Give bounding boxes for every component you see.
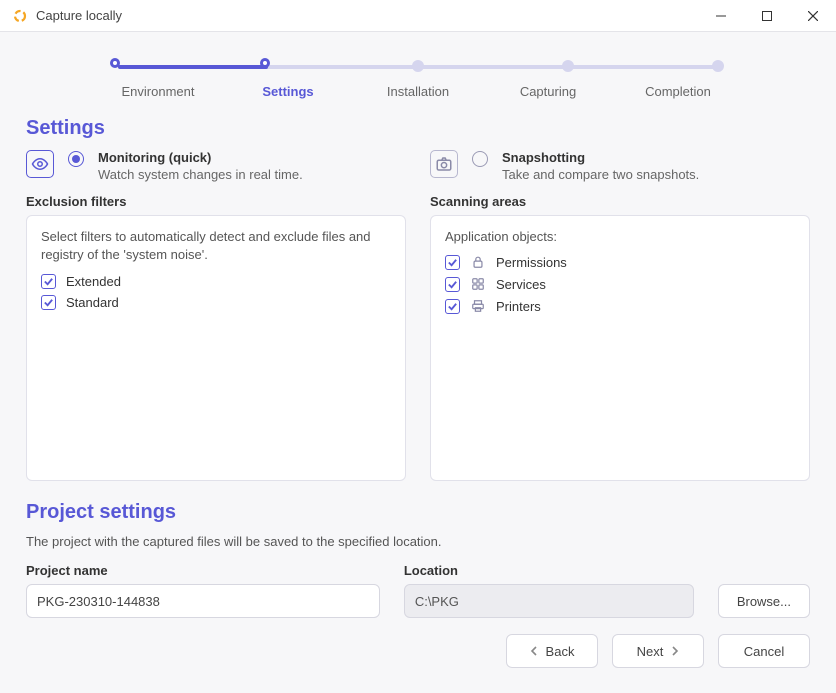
exclusion-filter-extended-row[interactable]: Extended [41, 274, 391, 289]
maximize-button[interactable] [744, 0, 790, 32]
scan-item-label: Printers [496, 299, 541, 314]
exclusion-filter-label: Extended [66, 274, 121, 289]
page-heading: Settings [26, 117, 810, 140]
scan-services-row[interactable]: Services [445, 276, 795, 292]
browse-button[interactable]: Browse... [718, 584, 810, 618]
next-button-label: Next [637, 644, 664, 659]
step-dot-capturing [562, 60, 574, 72]
app-icon [12, 8, 28, 24]
step-dot-completion [712, 60, 724, 72]
exclusion-panel: Select filters to automatically detect a… [26, 215, 406, 481]
project-heading: Project settings [26, 501, 810, 524]
wizard-stepper [108, 56, 728, 76]
radio-snapshotting[interactable] [472, 151, 488, 167]
wizard-footer: Back Next Cancel [26, 634, 810, 668]
scan-printers-row[interactable]: Printers [445, 298, 795, 314]
exclusion-heading: Exclusion filters [26, 194, 406, 209]
exclusion-intro: Select filters to automatically detect a… [41, 228, 391, 264]
mode-snapshotting-title: Snapshotting [502, 150, 699, 165]
scan-item-label: Services [496, 277, 546, 292]
exclusion-filter-label: Standard [66, 295, 119, 310]
project-desc: The project with the captured files will… [26, 534, 810, 549]
chevron-right-icon [671, 644, 679, 659]
titlebar: Capture locally [0, 0, 836, 32]
scanning-heading: Scanning areas [430, 194, 810, 209]
step-dot-environment[interactable] [110, 58, 120, 68]
mode-snapshotting-desc: Take and compare two snapshots. [502, 167, 699, 182]
step-label-completion: Completion [628, 84, 728, 99]
close-button[interactable] [790, 0, 836, 32]
window-title: Capture locally [36, 8, 122, 23]
step-dot-settings[interactable] [260, 58, 270, 68]
project-name-label: Project name [26, 563, 380, 578]
services-icon [470, 276, 486, 292]
eye-icon [26, 150, 54, 178]
chevron-left-icon [530, 644, 538, 659]
exclusion-filter-standard-row[interactable]: Standard [41, 295, 391, 310]
step-label-settings[interactable]: Settings [238, 84, 338, 99]
checkbox-standard[interactable] [41, 295, 56, 310]
location-label: Location [404, 563, 694, 578]
lock-icon [470, 254, 486, 270]
minimize-button[interactable] [698, 0, 744, 32]
checkbox-permissions[interactable] [445, 255, 460, 270]
scanning-panel: Application objects: Permissions [430, 215, 810, 481]
wizard-step-labels: Environment Settings Installation Captur… [108, 84, 728, 99]
step-label-capturing: Capturing [498, 84, 598, 99]
step-label-environment[interactable]: Environment [108, 84, 208, 99]
cancel-button[interactable]: Cancel [718, 634, 810, 668]
scan-permissions-row[interactable]: Permissions [445, 254, 795, 270]
scanning-intro: Application objects: [445, 228, 795, 246]
mode-monitoring[interactable]: Monitoring (quick) Watch system changes … [26, 150, 406, 182]
camera-icon [430, 150, 458, 178]
printer-icon [470, 298, 486, 314]
checkbox-extended[interactable] [41, 274, 56, 289]
mode-monitoring-desc: Watch system changes in real time. [98, 167, 303, 182]
project-name-input[interactable] [26, 584, 380, 618]
browse-button-label: Browse... [737, 594, 791, 609]
scan-item-label: Permissions [496, 255, 567, 270]
next-button[interactable]: Next [612, 634, 704, 668]
mode-monitoring-title: Monitoring (quick) [98, 150, 303, 165]
cancel-button-label: Cancel [744, 644, 784, 659]
back-button-label: Back [546, 644, 575, 659]
back-button[interactable]: Back [506, 634, 598, 668]
location-input [404, 584, 694, 618]
step-label-installation: Installation [368, 84, 468, 99]
mode-snapshotting[interactable]: Snapshotting Take and compare two snapsh… [430, 150, 810, 182]
checkbox-services[interactable] [445, 277, 460, 292]
step-dot-installation [412, 60, 424, 72]
checkbox-printers[interactable] [445, 299, 460, 314]
radio-monitoring[interactable] [68, 151, 84, 167]
